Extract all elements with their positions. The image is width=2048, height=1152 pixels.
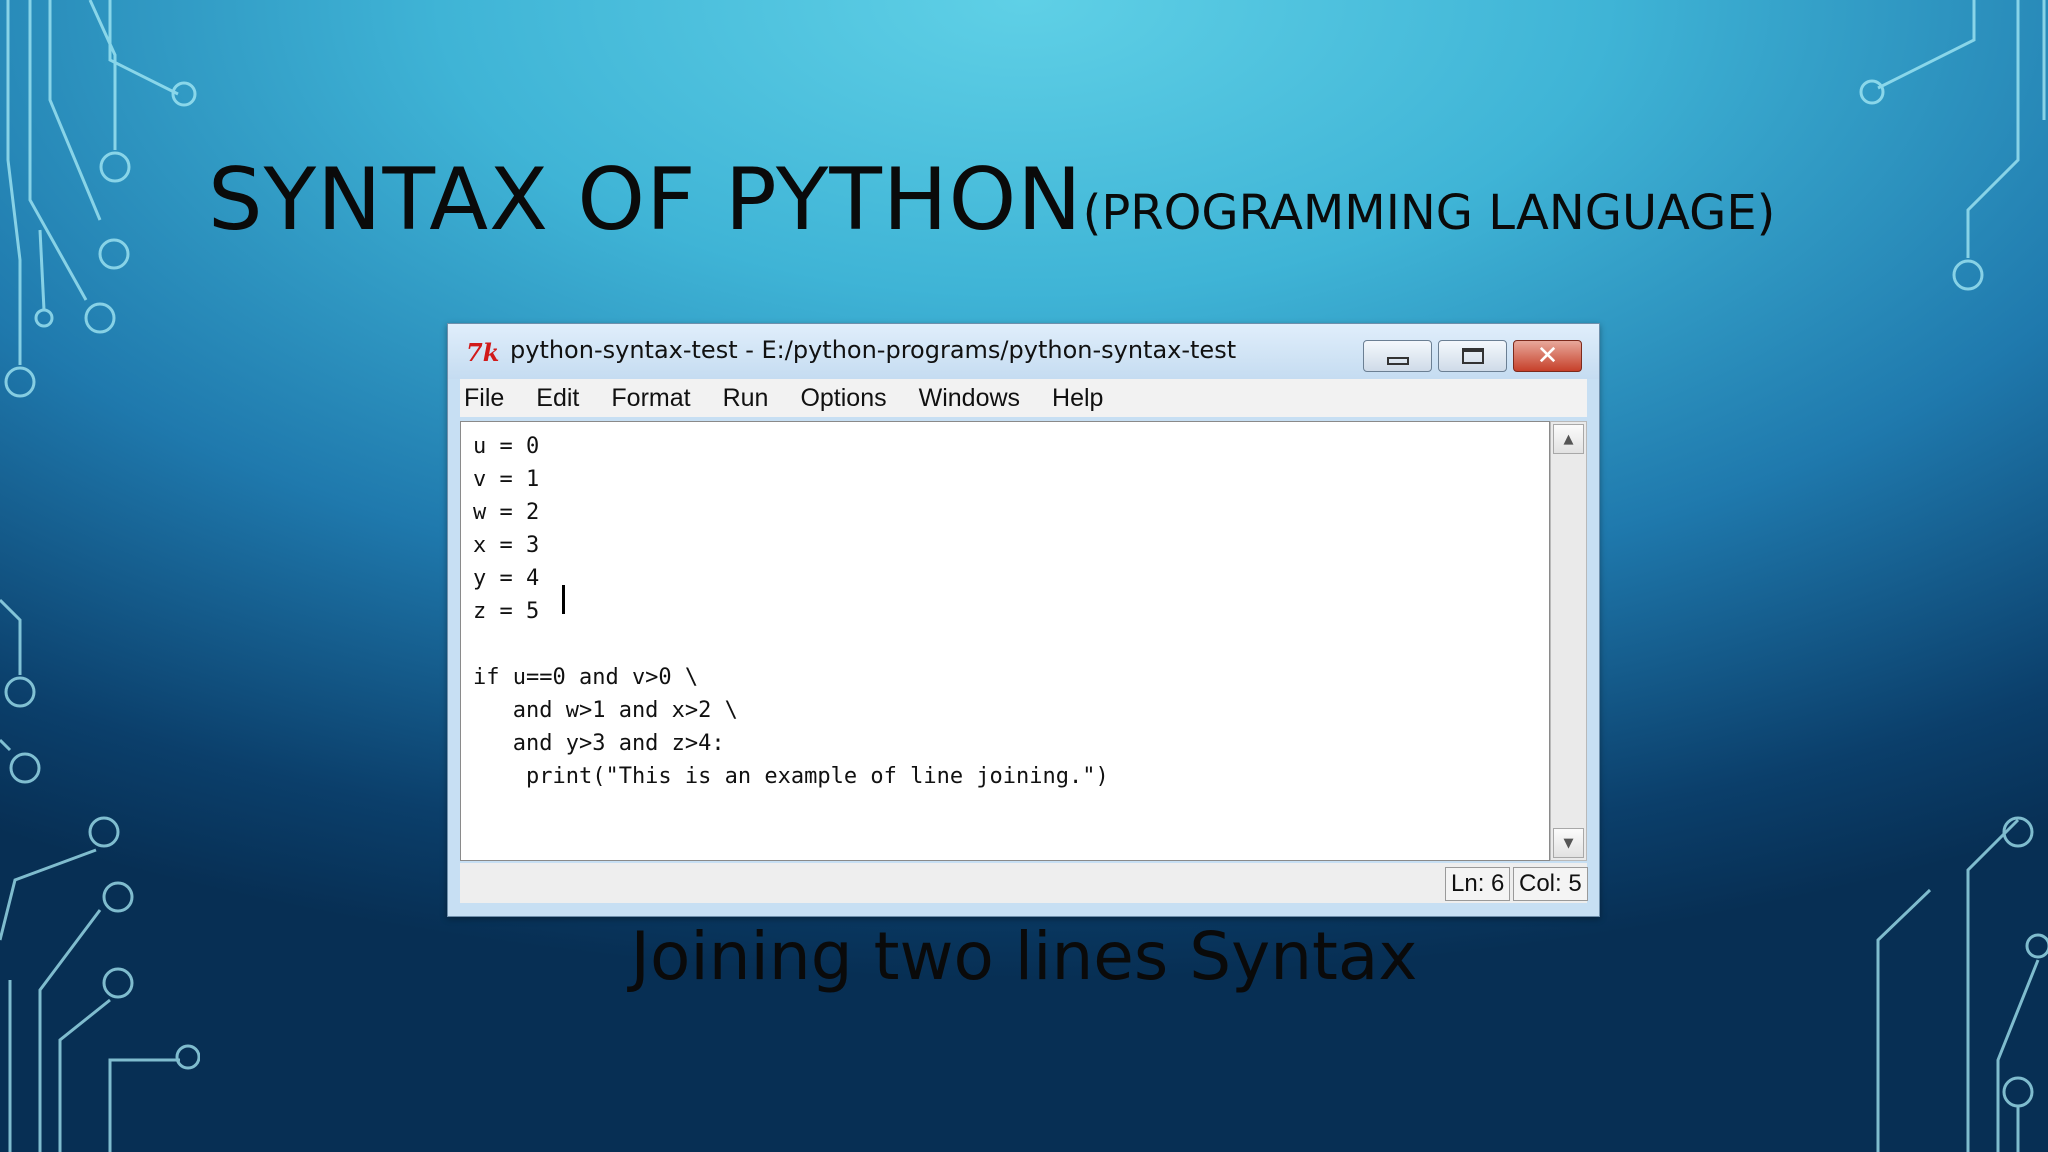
- menu-format[interactable]: Format: [595, 384, 706, 413]
- triangle-up-icon: ▲: [1563, 431, 1574, 447]
- code-line: if u==0 and v>0 \: [473, 665, 699, 690]
- code-line: z = 5: [473, 599, 540, 624]
- slide-title: SYNTAX OF PYTHON(PROGRAMMING LANGUAGE): [208, 150, 1775, 250]
- menu-windows[interactable]: Windows: [903, 384, 1036, 413]
- code-editor[interactable]: u = 0 v = 1 w = 2 x = 3 y = 4 z = 5 if u…: [460, 421, 1550, 861]
- slide-title-main: SYNTAX OF PYTHON: [208, 150, 1083, 250]
- menu-help[interactable]: Help: [1036, 384, 1119, 413]
- vertical-scrollbar[interactable]: ▲ ▼: [1550, 421, 1587, 861]
- minimize-icon: [1386, 357, 1409, 365]
- status-bar: Ln: 6 Col: 5: [460, 863, 1588, 903]
- code-line: print("This is an example of line joinin…: [473, 764, 1109, 789]
- code-line: u = 0: [473, 434, 540, 459]
- close-button[interactable]: ✕: [1513, 340, 1582, 372]
- code-line: and y>3 and z>4:: [473, 731, 725, 756]
- menu-file[interactable]: File: [460, 384, 520, 413]
- text-cursor: [562, 585, 565, 614]
- maximize-button[interactable]: [1438, 340, 1507, 372]
- code-line: w = 2: [473, 500, 540, 525]
- menu-options[interactable]: Options: [784, 384, 902, 413]
- slide-title-subtitle: (PROGRAMMING LANGUAGE): [1082, 185, 1776, 241]
- status-line-number: Ln: 6: [1445, 867, 1511, 901]
- window-title: python-syntax-test - E:/python-programs/…: [510, 336, 1237, 364]
- scroll-up-button[interactable]: ▲: [1553, 424, 1584, 454]
- code-line: x = 3: [473, 533, 540, 558]
- code-text[interactable]: u = 0 v = 1 w = 2 x = 3 y = 4 z = 5 if u…: [473, 430, 1109, 793]
- menu-edit[interactable]: Edit: [520, 384, 595, 413]
- scroll-down-button[interactable]: ▼: [1553, 828, 1584, 858]
- code-line: v = 1: [473, 467, 540, 492]
- tk-feather-icon: 7k: [466, 338, 500, 367]
- close-icon: ✕: [1536, 341, 1559, 371]
- maximize-icon: [1461, 348, 1484, 364]
- menu-bar: File Edit Format Run Options Windows Hel…: [460, 379, 1587, 417]
- code-line: and w>1 and x>2 \: [473, 698, 738, 723]
- code-line: y = 4: [473, 566, 540, 591]
- minimize-button[interactable]: [1363, 340, 1432, 372]
- window-titlebar[interactable]: 7k python-syntax-test - E:/python-progra…: [448, 324, 1599, 379]
- menu-run[interactable]: Run: [707, 384, 785, 413]
- status-column-number: Col: 5: [1513, 867, 1588, 901]
- triangle-down-icon: ▼: [1563, 835, 1574, 851]
- idle-editor-window: 7k python-syntax-test - E:/python-progra…: [447, 323, 1600, 917]
- slide-caption: Joining two lines Syntax: [630, 918, 1418, 995]
